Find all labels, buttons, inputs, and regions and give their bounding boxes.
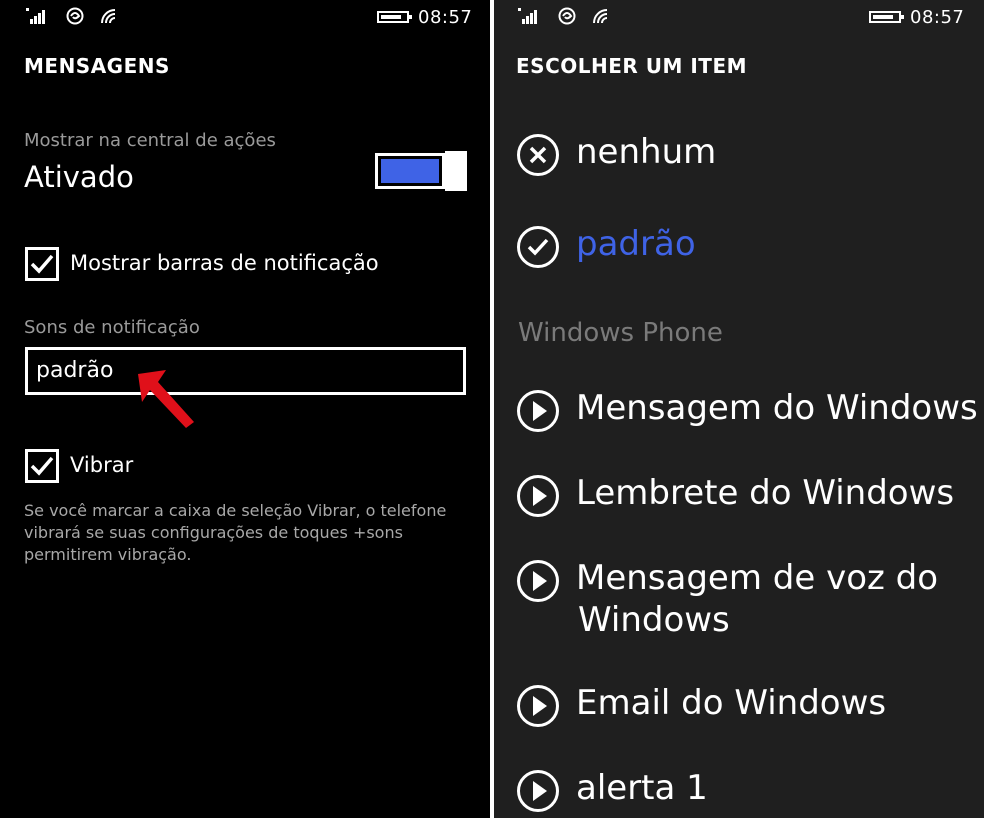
sound-label: Mensagem do Windows [576,388,978,428]
vibrate-help-text: Se você marcar a caixa de seleção Vibrar… [24,501,447,564]
quiet-hours-icon [66,7,84,25]
sound-label: Email do Windows [576,683,887,723]
checkmark-icon [30,254,54,274]
messages-settings-screen: 08:57 MENSAGENS Mostrar na central de aç… [0,0,490,818]
show-banners-checkbox[interactable] [25,247,59,281]
sound-label: Lembrete do Windows [576,473,955,513]
play-icon[interactable] [516,389,560,433]
signal-strength-icon [518,8,538,24]
option-label: nenhum [576,132,717,172]
toggle-track [375,153,445,189]
action-center-label: Mostrar na central de ações [24,130,276,151]
status-bar: 08:57 [494,0,984,38]
clock: 08:57 [418,7,473,28]
check-icon [517,226,559,268]
play-icon[interactable] [516,684,560,728]
play-icon[interactable] [516,769,560,813]
clock: 08:57 [910,7,965,28]
choose-item-screen: 08:57 ESCOLHER UM ITEM nenhum padrão Win… [494,0,984,818]
annotation-arrow-icon [138,370,194,428]
page-title: MENSAGENS [24,54,170,78]
play-icon[interactable] [516,559,560,603]
show-banners-label: Mostrar barras de notificação [70,251,379,275]
battery-icon [377,11,412,23]
battery-icon [869,11,904,23]
vibrate-checkbox[interactable] [25,449,59,483]
group-header: Windows Phone [518,318,723,348]
action-center-toggle[interactable] [375,151,467,191]
none-icon [517,134,559,176]
sound-label: alerta 1 [576,768,708,808]
vibrate-label: Vibrar [70,453,134,477]
wifi-icon [593,9,608,24]
notification-sound-value: padrão [36,358,114,383]
sound-label-line1: Mensagem de voz do [576,558,939,598]
checkmark-icon [30,456,54,476]
notification-sounds-label: Sons de notificação [24,317,200,338]
option-label: padrão [576,224,696,264]
wifi-icon [101,9,116,24]
signal-strength-icon [26,8,46,24]
action-center-value: Ativado [24,160,134,194]
play-icon[interactable] [516,474,560,518]
notification-sound-picker[interactable]: padrão [25,347,466,395]
quiet-hours-icon [558,7,576,25]
toggle-thumb[interactable] [445,151,467,191]
sound-label-line2: Windows [578,600,730,640]
page-title: ESCOLHER UM ITEM [516,54,748,78]
status-bar: 08:57 [0,0,490,38]
